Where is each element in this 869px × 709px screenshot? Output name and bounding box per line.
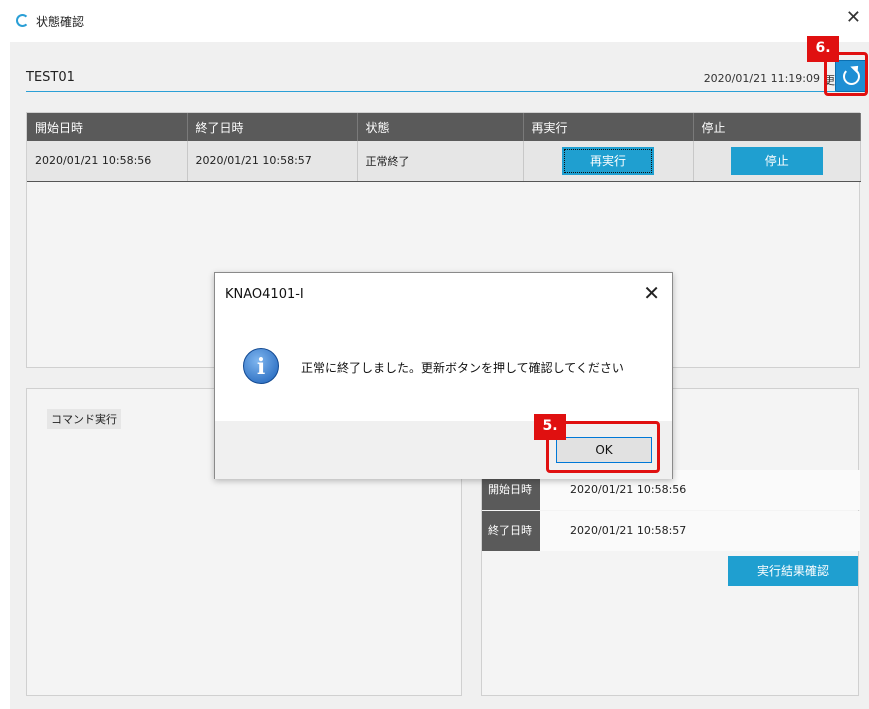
info-icon: i (243, 348, 279, 384)
refresh-app-icon (16, 14, 29, 27)
job-header: TEST01 2020/01/21 11:19:09 更新 (26, 42, 846, 92)
window-title: 状態確認 (36, 15, 85, 29)
col-header-start: 開始日時 (27, 113, 188, 141)
dialog-close-icon[interactable]: ✕ (643, 282, 660, 304)
rerun-button[interactable]: 再実行 (562, 146, 654, 175)
col-header-stop: 停止 (693, 113, 861, 141)
window-title-bar: 状態確認 ✕ (0, 0, 869, 42)
callout-tag-step5: 5. (534, 414, 566, 440)
stop-button[interactable]: 停止 (730, 146, 823, 175)
col-header-status: 状態 (357, 113, 524, 141)
col-header-rerun: 再実行 (523, 113, 694, 141)
detail-row-end: 終了日時 2020/01/21 10:58:57 (482, 511, 860, 551)
dialog-title: KNAO4101-I (225, 287, 304, 302)
detail-key-end: 終了日時 (482, 511, 540, 551)
result-check-button[interactable]: 実行結果確認 (728, 556, 858, 586)
dialog-message: 正常に終了しました。更新ボタンを押して確認してください (301, 361, 624, 375)
cell-status: 正常終了 (357, 141, 524, 182)
window-close-icon[interactable]: ✕ (846, 8, 861, 28)
cell-rerun: 再実行 (523, 141, 694, 182)
table-row: 2020/01/21 10:58:56 2020/01/21 10:58:57 … (27, 141, 861, 182)
runs-table: 開始日時 終了日時 状態 再実行 停止 2020/01/21 10:58:56 … (27, 113, 861, 182)
command-label: コマンド実行 (47, 409, 121, 429)
cell-start: 2020/01/21 10:58:56 (27, 141, 188, 182)
cell-stop: 停止 (693, 141, 861, 182)
detail-value-end: 2020/01/21 10:58:57 (540, 511, 860, 551)
job-name: TEST01 (26, 70, 75, 85)
callout-tag-step6: 6. (807, 36, 839, 62)
cell-end: 2020/01/21 10:58:57 (187, 141, 358, 182)
updated-timestamp: 2020/01/21 11:19:09 (703, 72, 820, 85)
runs-table-header: 開始日時 終了日時 状態 再実行 停止 (27, 113, 861, 141)
col-header-end: 終了日時 (187, 113, 358, 141)
